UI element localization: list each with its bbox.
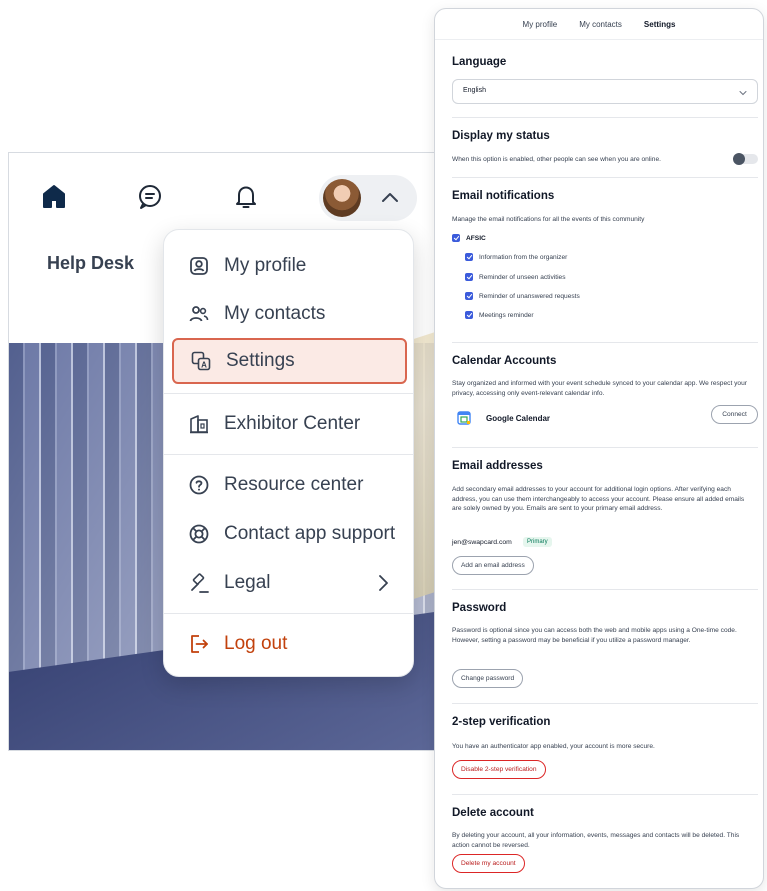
menu-item-label: Log out — [224, 633, 288, 654]
user-menu-toggle[interactable] — [319, 175, 417, 221]
email-addresses-description: Add secondary email addresses to your ac… — [452, 486, 745, 513]
checkbox[interactable] — [465, 292, 473, 300]
language-select[interactable]: English — [452, 79, 758, 104]
menu-divider — [164, 454, 413, 455]
chat-icon[interactable] — [135, 181, 165, 211]
language-value: English — [463, 87, 486, 94]
two-step-description: You have an authenticator app enabled, y… — [452, 743, 655, 750]
menu-item-resource-center[interactable]: Resource center — [172, 462, 407, 508]
chevron-down-icon — [739, 91, 747, 96]
delete-account-button[interactable]: Delete my account — [452, 854, 525, 873]
section-divider — [452, 703, 758, 704]
password-title: Password — [452, 602, 507, 614]
menu-divider — [164, 393, 413, 394]
building-icon — [190, 415, 208, 434]
menu-item-legal[interactable]: Legal — [172, 560, 407, 606]
help-circle-icon — [189, 475, 209, 495]
contacts-icon — [189, 306, 209, 322]
password-description: Password is optional since you can acces… — [452, 627, 737, 644]
menu-item-my-profile[interactable]: My profile — [172, 243, 407, 289]
settings-panel: My profile My contacts Settings Language… — [434, 8, 764, 889]
status-toggle[interactable] — [733, 153, 758, 165]
section-divider — [452, 447, 758, 448]
status-title: Display my status — [452, 130, 550, 142]
menu-item-label: Contact app support — [224, 523, 396, 544]
chevron-right-icon — [379, 575, 388, 591]
notification-option[interactable]: Reminder of unseen activities — [465, 273, 566, 281]
add-email-button[interactable]: Add an email address — [452, 556, 534, 575]
checkbox-label: AFSIC — [466, 234, 486, 242]
menu-item-label: Exhibitor Center — [224, 413, 361, 434]
status-description: When this option is enabled, other peopl… — [452, 156, 661, 163]
home-icon[interactable] — [39, 181, 69, 211]
checkbox[interactable] — [465, 311, 473, 319]
community-checkbox-row[interactable]: AFSIC — [452, 234, 486, 242]
connect-calendar-button[interactable]: Connect — [711, 405, 758, 424]
primary-email: jen@swapcard.com — [452, 539, 512, 546]
profile-icon — [190, 257, 208, 275]
toggle-knob — [733, 153, 745, 165]
menu-item-label: My contacts — [224, 303, 326, 324]
tab-my-contacts[interactable]: My contacts — [575, 18, 626, 31]
section-divider — [452, 177, 758, 178]
checkbox-label: Reminder of unseen activities — [479, 273, 566, 281]
email-notifications-title: Email notifications — [452, 190, 555, 202]
menu-item-my-contacts[interactable]: My contacts — [172, 291, 407, 337]
language-title: Language — [452, 56, 507, 68]
chevron-up-icon — [382, 193, 398, 202]
notification-option[interactable]: Information from the organizer — [465, 253, 567, 261]
menu-item-label: Settings — [226, 350, 295, 371]
email-notifications-description: Manage the email notifications for all t… — [452, 216, 645, 223]
checkbox[interactable] — [452, 234, 460, 242]
help-desk-title[interactable]: Help Desk — [47, 253, 134, 274]
checkbox[interactable] — [465, 273, 473, 281]
menu-item-label: My profile — [224, 255, 307, 276]
google-calendar-label: Google Calendar — [486, 414, 551, 423]
menu-item-exhibitor-center[interactable]: Exhibitor Center — [172, 401, 407, 447]
menu-item-contact-app-support[interactable]: Contact app support — [172, 511, 407, 557]
tab-my-profile[interactable]: My profile — [519, 18, 562, 31]
disable-two-step-button[interactable]: Disable 2-step verification — [452, 760, 546, 779]
email-addresses-title: Email addresses — [452, 460, 543, 472]
menu-item-log-out[interactable]: Log out — [172, 621, 407, 667]
translate-icon: A — [191, 351, 211, 371]
section-divider — [452, 342, 758, 343]
checkbox-label: Meetings reminder — [479, 311, 534, 319]
section-divider — [452, 117, 758, 118]
checkbox[interactable] — [465, 253, 473, 261]
menu-divider — [164, 613, 413, 614]
gavel-icon — [191, 573, 209, 593]
calendar-title: Calendar Accounts — [452, 355, 557, 367]
lifebuoy-icon — [189, 524, 209, 544]
menu-item-settings[interactable]: A Settings — [172, 338, 407, 384]
section-divider — [452, 589, 758, 590]
tab-settings[interactable]: Settings — [640, 18, 680, 31]
menu-item-label: Resource center — [224, 474, 364, 495]
svg-text:A: A — [201, 361, 207, 370]
settings-tabs: My profile My contacts Settings — [435, 9, 763, 40]
menu-item-label: Legal — [224, 572, 271, 593]
notification-option[interactable]: Meetings reminder — [465, 311, 534, 319]
logout-icon — [191, 635, 208, 653]
two-step-title: 2-step verification — [452, 716, 551, 728]
notification-option[interactable]: Reminder of unanswered requests — [465, 292, 580, 300]
bell-icon[interactable] — [231, 181, 261, 211]
checkbox-label: Information from the organizer — [479, 253, 568, 261]
delete-account-title: Delete account — [452, 807, 534, 819]
section-divider — [452, 794, 758, 795]
user-dropdown-menu: My profile My contacts A Settings Exhibi… — [163, 229, 414, 677]
google-calendar-icon — [457, 411, 471, 425]
delete-account-description: By deleting your account, all your infor… — [452, 832, 740, 849]
avatar — [323, 179, 361, 217]
checkbox-label: Reminder of unanswered requests — [479, 292, 580, 300]
primary-badge: Primary — [523, 537, 552, 547]
change-password-button[interactable]: Change password — [452, 669, 524, 688]
calendar-description: Stay organized and informed with your ev… — [452, 380, 747, 397]
